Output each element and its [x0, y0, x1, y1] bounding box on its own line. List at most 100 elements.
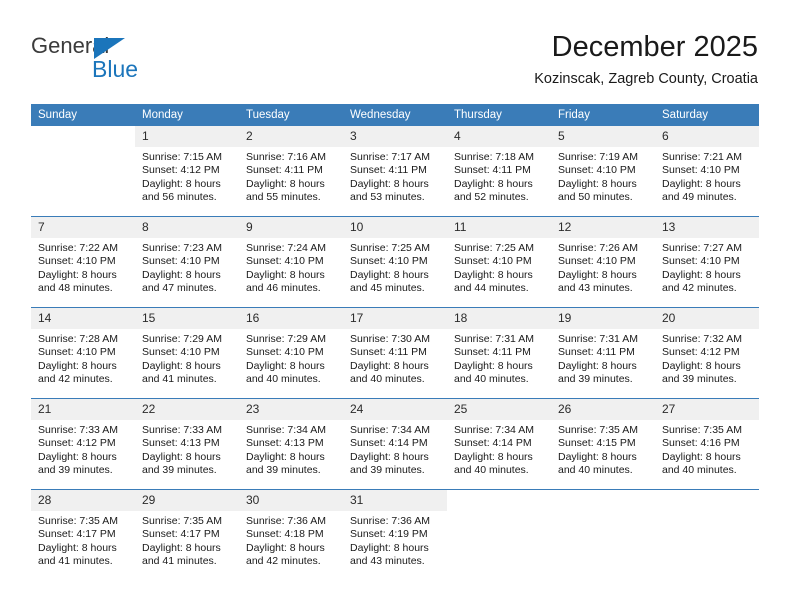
- day-number: 15: [135, 308, 239, 329]
- sunrise-text: Sunrise: 7:23 AM: [142, 242, 222, 254]
- calendar-cell: 29 Sunrise: 7:35 AM Sunset: 4:17 PM Dayligh…: [135, 489, 239, 580]
- day-cell[interactable]: 1 Sunrise: 7:15 AM Sunset: 4:12 PM Daylight…: [135, 126, 239, 216]
- calendar-cell: 17 Sunrise: 7:30 AM Sunset: 4:11 PM Dayligh…: [343, 307, 447, 399]
- day-cell[interactable]: 25 Sunrise: 7:34 AM Sunset: 4:14 PM Dayligh…: [447, 399, 551, 489]
- day-cell[interactable]: 29 Sunrise: 7:35 AM Sunset: 4:17 PM Dayligh…: [135, 490, 239, 580]
- day-number: 16: [239, 308, 343, 329]
- day-number: 11: [447, 217, 551, 238]
- daylight-text: Daylight: 8 hours and 41 minutes.: [142, 541, 221, 568]
- day-info: Sunrise: 7:33 AM Sunset: 4:12 PM Daylight:…: [31, 420, 135, 478]
- day-cell[interactable]: 20 Sunrise: 7:32 AM Sunset: 4:12 PM Dayligh…: [655, 308, 759, 398]
- daylight-text: Daylight: 8 hours and 49 minutes.: [662, 177, 741, 204]
- day-cell[interactable]: 3 Sunrise: 7:17 AM Sunset: 4:11 PM Daylight…: [343, 126, 447, 216]
- day-cell[interactable]: 12 Sunrise: 7:26 AM Sunset: 4:10 PM Dayligh…: [551, 217, 655, 307]
- daylight-text: Daylight: 8 hours and 40 minutes.: [454, 450, 533, 477]
- day-cell[interactable]: 26 Sunrise: 7:35 AM Sunset: 4:15 PM Dayligh…: [551, 399, 655, 489]
- day-cell[interactable]: 14 Sunrise: 7:28 AM Sunset: 4:10 PM Dayligh…: [31, 308, 135, 398]
- day-cell[interactable]: 21 Sunrise: 7:33 AM Sunset: 4:12 PM Dayligh…: [31, 399, 135, 489]
- day-cell[interactable]: 15 Sunrise: 7:29 AM Sunset: 4:10 PM Dayligh…: [135, 308, 239, 398]
- day-cell[interactable]: 27 Sunrise: 7:35 AM Sunset: 4:16 PM Dayligh…: [655, 399, 759, 489]
- day-number: 8: [135, 217, 239, 238]
- daylight-text: Daylight: 8 hours and 52 minutes.: [454, 177, 533, 204]
- sunset-text: Sunset: 4:10 PM: [350, 255, 428, 268]
- calendar-cell: 20 Sunrise: 7:32 AM Sunset: 4:12 PM Dayligh…: [655, 307, 759, 399]
- sunset-text: Sunset: 4:14 PM: [454, 437, 532, 450]
- day-info: Sunrise: 7:23 AM Sunset: 4:10 PM Daylight:…: [135, 238, 239, 296]
- sunset-text: Sunset: 4:10 PM: [662, 164, 740, 177]
- day-cell[interactable]: 23 Sunrise: 7:34 AM Sunset: 4:13 PM Dayligh…: [239, 399, 343, 489]
- calendar-cell: 7 Sunrise: 7:22 AM Sunset: 4:10 PM Daylight…: [31, 216, 135, 308]
- calendar-cell: 25 Sunrise: 7:34 AM Sunset: 4:14 PM Dayligh…: [447, 398, 551, 490]
- sunset-text: Sunset: 4:10 PM: [558, 164, 636, 177]
- day-number: 25: [447, 399, 551, 420]
- sunrise-text: Sunrise: 7:34 AM: [246, 424, 326, 436]
- day-info: Sunrise: 7:36 AM Sunset: 4:18 PM Daylight:…: [239, 511, 343, 569]
- day-info: Sunrise: 7:28 AM Sunset: 4:10 PM Daylight:…: [31, 329, 135, 387]
- day-info: Sunrise: 7:25 AM Sunset: 4:10 PM Daylight:…: [343, 238, 447, 296]
- day-info: Sunrise: 7:36 AM Sunset: 4:19 PM Daylight:…: [343, 511, 447, 569]
- calendar-week-row: 1 Sunrise: 7:15 AM Sunset: 4:12 PM Daylight…: [31, 126, 759, 217]
- day-info: Sunrise: 7:26 AM Sunset: 4:10 PM Daylight:…: [551, 238, 655, 296]
- day-number: 22: [135, 399, 239, 420]
- day-cell[interactable]: 10 Sunrise: 7:25 AM Sunset: 4:10 PM Dayligh…: [343, 217, 447, 307]
- day-number: [551, 490, 655, 511]
- day-cell[interactable]: 19 Sunrise: 7:31 AM Sunset: 4:11 PM Dayligh…: [551, 308, 655, 398]
- calendar-cell: [31, 126, 135, 217]
- day-info: Sunrise: 7:35 AM Sunset: 4:16 PM Daylight:…: [655, 420, 759, 478]
- daylight-text: Daylight: 8 hours and 42 minutes.: [38, 359, 117, 386]
- daylight-text: Daylight: 8 hours and 41 minutes.: [142, 359, 221, 386]
- generalblue-logo: General Blue: [31, 34, 171, 86]
- day-cell[interactable]: 30 Sunrise: 7:36 AM Sunset: 4:18 PM Dayligh…: [239, 490, 343, 580]
- day-cell[interactable]: 17 Sunrise: 7:30 AM Sunset: 4:11 PM Dayligh…: [343, 308, 447, 398]
- weekday-header-friday: Friday: [551, 104, 655, 126]
- day-number: 14: [31, 308, 135, 329]
- day-cell[interactable]: 28 Sunrise: 7:35 AM Sunset: 4:17 PM Dayligh…: [31, 490, 135, 580]
- day-cell[interactable]: 4 Sunrise: 7:18 AM Sunset: 4:11 PM Daylight…: [447, 126, 551, 216]
- calendar-week-row: 14 Sunrise: 7:28 AM Sunset: 4:10 PM Dayligh…: [31, 307, 759, 399]
- calendar-table: Sunday Monday Tuesday Wednesday Thursday Frid…: [31, 104, 759, 580]
- calendar-cell: 12 Sunrise: 7:26 AM Sunset: 4:10 PM Dayligh…: [551, 216, 655, 308]
- daylight-text: Daylight: 8 hours and 56 minutes.: [142, 177, 221, 204]
- day-number: 20: [655, 308, 759, 329]
- weekday-header-wednesday: Wednesday: [343, 104, 447, 126]
- sunset-text: Sunset: 4:11 PM: [454, 346, 531, 359]
- day-cell[interactable]: 5 Sunrise: 7:19 AM Sunset: 4:10 PM Daylight…: [551, 126, 655, 216]
- calendar-cell: 6 Sunrise: 7:21 AM Sunset: 4:10 PM Daylight…: [655, 126, 759, 217]
- sunrise-text: Sunrise: 7:35 AM: [142, 515, 222, 527]
- daylight-text: Daylight: 8 hours and 42 minutes.: [246, 541, 325, 568]
- day-number: 28: [31, 490, 135, 511]
- day-cell[interactable]: 6 Sunrise: 7:21 AM Sunset: 4:10 PM Daylight…: [655, 126, 759, 216]
- sunrise-text: Sunrise: 7:35 AM: [662, 424, 742, 436]
- calendar-cell: [447, 489, 551, 580]
- day-cell[interactable]: 2 Sunrise: 7:16 AM Sunset: 4:11 PM Daylight…: [239, 126, 343, 216]
- day-info: Sunrise: 7:32 AM Sunset: 4:12 PM Daylight:…: [655, 329, 759, 387]
- day-cell[interactable]: 9 Sunrise: 7:24 AM Sunset: 4:10 PM Daylight…: [239, 217, 343, 307]
- day-cell[interactable]: 13 Sunrise: 7:27 AM Sunset: 4:10 PM Dayligh…: [655, 217, 759, 307]
- day-cell[interactable]: 18 Sunrise: 7:31 AM Sunset: 4:11 PM Dayligh…: [447, 308, 551, 398]
- sunset-text: Sunset: 4:17 PM: [38, 528, 116, 541]
- sunrise-text: Sunrise: 7:36 AM: [350, 515, 430, 527]
- day-cell[interactable]: 24 Sunrise: 7:34 AM Sunset: 4:14 PM Dayligh…: [343, 399, 447, 489]
- calendar-cell: 23 Sunrise: 7:34 AM Sunset: 4:13 PM Dayligh…: [239, 398, 343, 490]
- sunrise-text: Sunrise: 7:19 AM: [558, 151, 638, 163]
- day-cell[interactable]: 31 Sunrise: 7:36 AM Sunset: 4:19 PM Dayligh…: [343, 490, 447, 580]
- day-number: 10: [343, 217, 447, 238]
- sunrise-text: Sunrise: 7:35 AM: [558, 424, 638, 436]
- day-number: 3: [343, 126, 447, 147]
- day-number: 31: [343, 490, 447, 511]
- sunrise-text: Sunrise: 7:31 AM: [558, 333, 638, 345]
- daylight-text: Daylight: 8 hours and 40 minutes.: [454, 359, 533, 386]
- calendar-week-row: 21 Sunrise: 7:33 AM Sunset: 4:12 PM Dayligh…: [31, 398, 759, 490]
- day-cell[interactable]: 11 Sunrise: 7:25 AM Sunset: 4:10 PM Dayligh…: [447, 217, 551, 307]
- day-cell[interactable]: 16 Sunrise: 7:29 AM Sunset: 4:10 PM Dayligh…: [239, 308, 343, 398]
- day-cell[interactable]: 22 Sunrise: 7:33 AM Sunset: 4:13 PM Dayligh…: [135, 399, 239, 489]
- daylight-text: Daylight: 8 hours and 46 minutes.: [246, 268, 325, 295]
- calendar-cell: 22 Sunrise: 7:33 AM Sunset: 4:13 PM Dayligh…: [135, 398, 239, 490]
- day-cell[interactable]: 7 Sunrise: 7:22 AM Sunset: 4:10 PM Daylight…: [31, 217, 135, 307]
- day-number: [447, 490, 551, 511]
- day-cell[interactable]: 8 Sunrise: 7:23 AM Sunset: 4:10 PM Daylight…: [135, 217, 239, 307]
- daylight-text: Daylight: 8 hours and 39 minutes.: [142, 450, 221, 477]
- calendar-header-row: Sunday Monday Tuesday Wednesday Thursday Frid…: [31, 104, 759, 126]
- sunset-text: Sunset: 4:10 PM: [246, 346, 324, 359]
- sunrise-text: Sunrise: 7:24 AM: [246, 242, 326, 254]
